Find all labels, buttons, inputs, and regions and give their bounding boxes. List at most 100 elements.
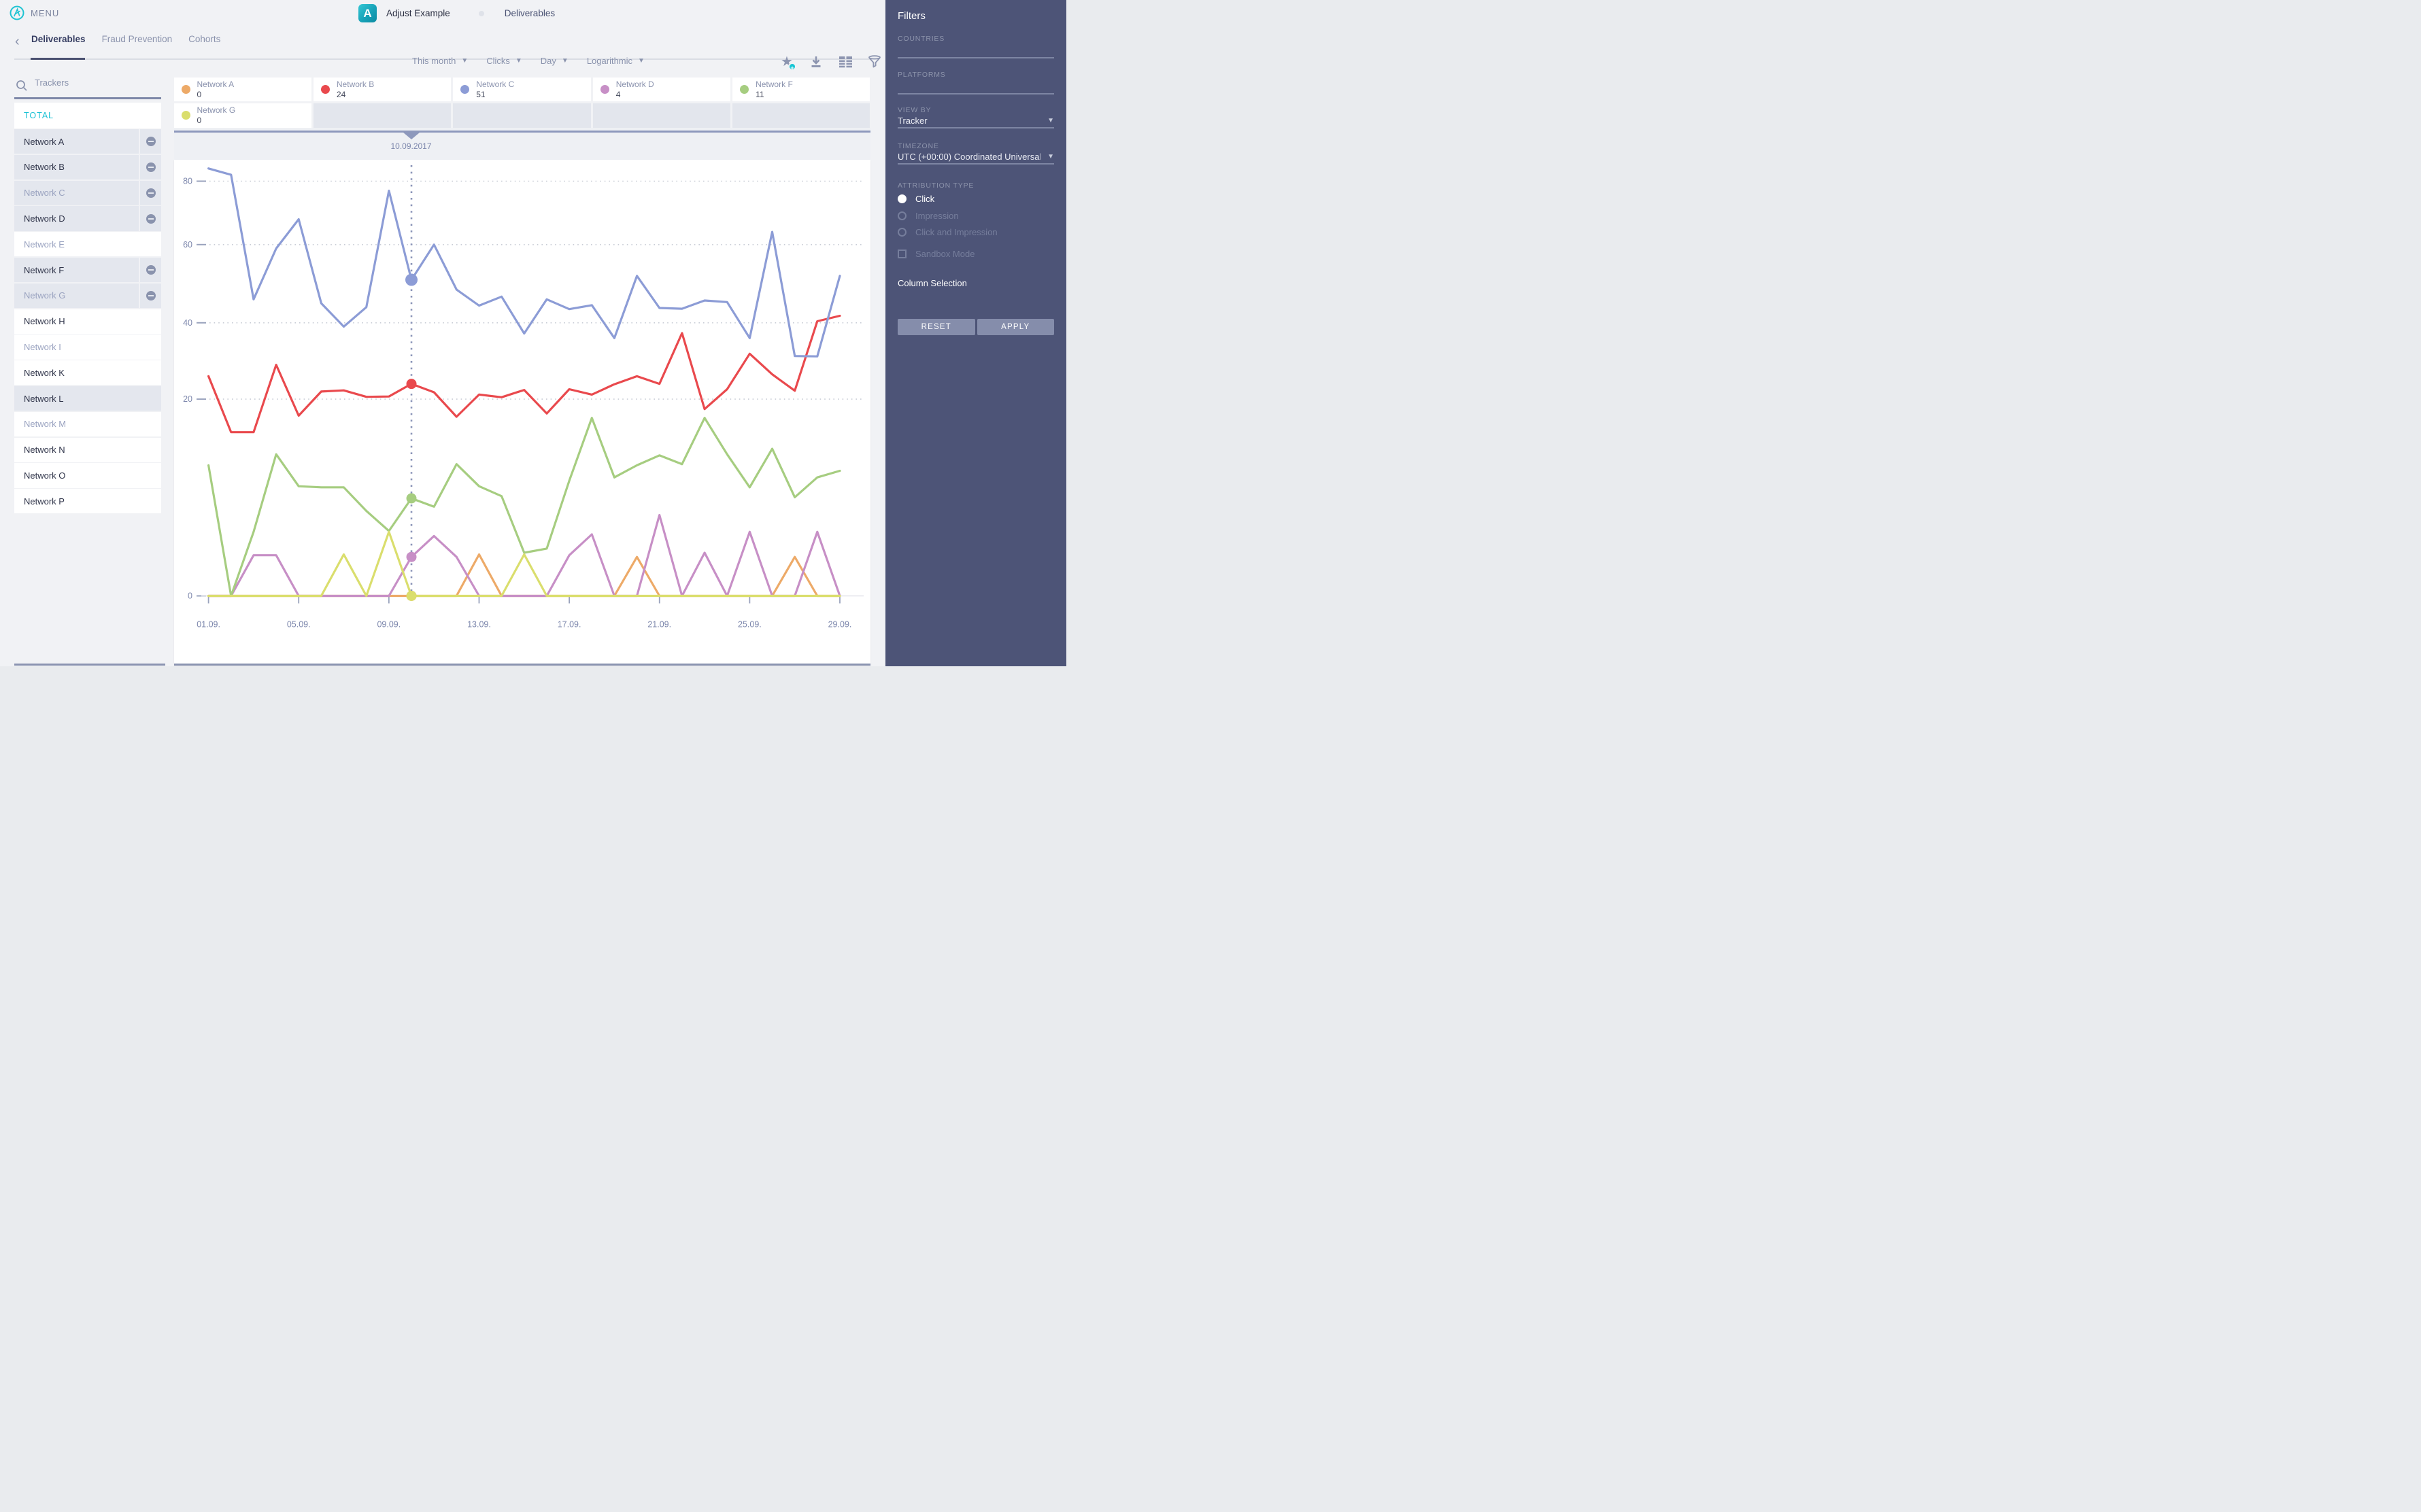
marker-dot-network-g[interactable]	[406, 591, 416, 601]
app-name: Adjust Example	[386, 8, 450, 18]
tracker-label[interactable]: Network P	[14, 489, 161, 513]
sidebar-item-network-i[interactable]: Network I	[14, 334, 161, 359]
x-axis-label: 25.09.	[737, 620, 761, 630]
tracker-search[interactable]	[14, 76, 162, 99]
sidebar-item-network-p[interactable]: Network P	[14, 489, 161, 513]
sidebar-item-network-n[interactable]: Network N	[14, 438, 161, 462]
tracker-label[interactable]: Network M	[14, 412, 161, 436]
sidebar-item-network-h[interactable]: Network H	[14, 309, 161, 334]
marker-triangle-icon[interactable]	[403, 133, 420, 139]
series-line-network-c[interactable]	[208, 169, 839, 356]
remove-tracker-button[interactable]	[140, 284, 161, 308]
app-avatar-icon: A	[358, 4, 377, 22]
tracker-label[interactable]: Network E	[14, 232, 161, 256]
scale-dropdown[interactable]: Logarithmic▼	[587, 56, 645, 66]
tab-fraud-prevention[interactable]: Fraud Prevention	[102, 34, 173, 52]
timezone-select[interactable]: UTC (+00:00) Coordinated Universal... ▼	[898, 152, 1054, 162]
marker-dot-network-f[interactable]	[406, 494, 416, 504]
sidebar-item-network-l[interactable]: Network L	[14, 386, 161, 411]
metric-dropdown[interactable]: Clicks▼	[486, 56, 522, 66]
apply-button[interactable]: APPLY	[977, 319, 1055, 335]
radio-click[interactable]: Click	[898, 194, 1054, 204]
sidebar-item-network-c[interactable]: Network C	[14, 181, 161, 205]
remove-tracker-button[interactable]	[140, 181, 161, 205]
legend-dot-icon	[460, 85, 469, 94]
date-range-dropdown[interactable]: This month▼	[412, 56, 468, 66]
legend-name: Network A	[197, 80, 235, 89]
tracker-label[interactable]: Network L	[14, 386, 161, 411]
sidebar-item-total[interactable]: TOTAL	[14, 103, 161, 128]
marker-dot-network-c[interactable]	[405, 274, 418, 286]
radio-click-and-impression[interactable]: Click and Impression	[898, 227, 1054, 237]
y-axis-label: 40	[183, 318, 192, 328]
sidebar-item-network-k[interactable]: Network K	[14, 360, 161, 385]
chevron-down-icon: ▼	[1047, 153, 1054, 160]
favorite-add-icon[interactable]: ★+	[779, 54, 794, 69]
legend-card-network-f[interactable]: Network F11	[732, 78, 870, 101]
granularity-dropdown[interactable]: Day▼	[541, 56, 569, 66]
tracker-label[interactable]: Network A	[14, 129, 139, 154]
remove-tracker-button[interactable]	[140, 129, 161, 154]
tracker-label[interactable]: Network H	[14, 309, 161, 334]
chevron-down-icon: ▼	[638, 57, 645, 65]
tab-deliverables[interactable]: Deliverables	[31, 34, 86, 52]
remove-tracker-button[interactable]	[140, 206, 161, 230]
legend-name: Network D	[616, 80, 654, 89]
marker-dot-network-d[interactable]	[406, 552, 416, 562]
tab-cohorts[interactable]: Cohorts	[188, 34, 220, 52]
back-chevron-icon[interactable]: ‹	[15, 35, 20, 48]
menu-button[interactable]: MENU	[9, 5, 59, 21]
legend-card-network-a[interactable]: Network A0	[174, 78, 311, 101]
sandbox-mode-checkbox[interactable]: Sandbox Mode	[898, 249, 1054, 259]
legend-card-network-d[interactable]: Network D4	[593, 78, 730, 101]
remove-tracker-button[interactable]	[140, 258, 161, 282]
chevron-down-icon: ▼	[461, 57, 468, 65]
platforms-input[interactable]	[898, 93, 1054, 94]
tracker-label[interactable]: Network C	[14, 181, 139, 205]
radio-impression[interactable]: Impression	[898, 211, 1054, 221]
timeline-band[interactable]: 10.09.2017	[174, 128, 870, 160]
line-chart[interactable]: 02040608001.09.05.09.09.09.13.09.17.09.2…	[174, 160, 870, 664]
tracker-label[interactable]: Network O	[14, 463, 161, 487]
platforms-label: PLATFORMS	[898, 71, 946, 79]
tracker-label[interactable]: Network B	[14, 155, 139, 179]
countries-input[interactable]	[898, 57, 1054, 58]
tracker-label[interactable]: Network N	[14, 438, 161, 462]
search-input[interactable]	[35, 78, 157, 88]
minus-icon	[146, 265, 156, 275]
sidebar-item-network-g[interactable]: Network G	[14, 284, 161, 308]
tracker-label[interactable]: Network D	[14, 206, 139, 230]
sidebar-item-network-m[interactable]: Network M	[14, 412, 161, 436]
y-axis-label: 0	[188, 591, 192, 601]
legend-card-network-b[interactable]: Network B24	[314, 78, 451, 101]
sidebar-item-network-e[interactable]: Network E	[14, 232, 161, 256]
tracker-label[interactable]: Network I	[14, 334, 161, 359]
sidebar-item-network-b[interactable]: Network B	[14, 155, 161, 179]
reset-button[interactable]: RESET	[898, 319, 975, 335]
legend-name: Network B	[337, 80, 374, 89]
legend-dot-icon	[182, 111, 190, 120]
tracker-label[interactable]: Network G	[14, 284, 139, 308]
legend-card-network-g[interactable]: Network G0	[174, 103, 311, 128]
sidebar-item-network-a[interactable]: Network A	[14, 129, 161, 154]
tracker-scrollbar[interactable]	[14, 664, 165, 666]
remove-tracker-button[interactable]	[140, 155, 161, 179]
series-line-network-a[interactable]	[208, 555, 839, 596]
tracker-label[interactable]: Network F	[14, 258, 139, 282]
legend-card-network-c[interactable]: Network C51	[453, 78, 590, 101]
sidebar-item-network-d[interactable]: Network D	[14, 206, 161, 230]
filter-icon[interactable]	[867, 54, 882, 69]
column-selection-link[interactable]: Column Selection	[898, 278, 967, 288]
minus-icon	[146, 137, 156, 146]
series-line-network-f[interactable]	[208, 418, 839, 596]
tracker-label[interactable]: Network K	[14, 360, 161, 385]
sidebar-item-network-o[interactable]: Network O	[14, 463, 161, 487]
legend-value: 4	[616, 90, 621, 99]
table-columns-icon[interactable]	[838, 54, 853, 69]
view-by-select[interactable]: Tracker ▼	[898, 116, 1054, 126]
search-underline	[14, 97, 161, 99]
download-icon[interactable]	[809, 54, 824, 69]
sidebar-item-network-f[interactable]: Network F	[14, 258, 161, 282]
marker-dot-network-b[interactable]	[406, 379, 416, 389]
chevron-down-icon: ▼	[562, 57, 569, 65]
